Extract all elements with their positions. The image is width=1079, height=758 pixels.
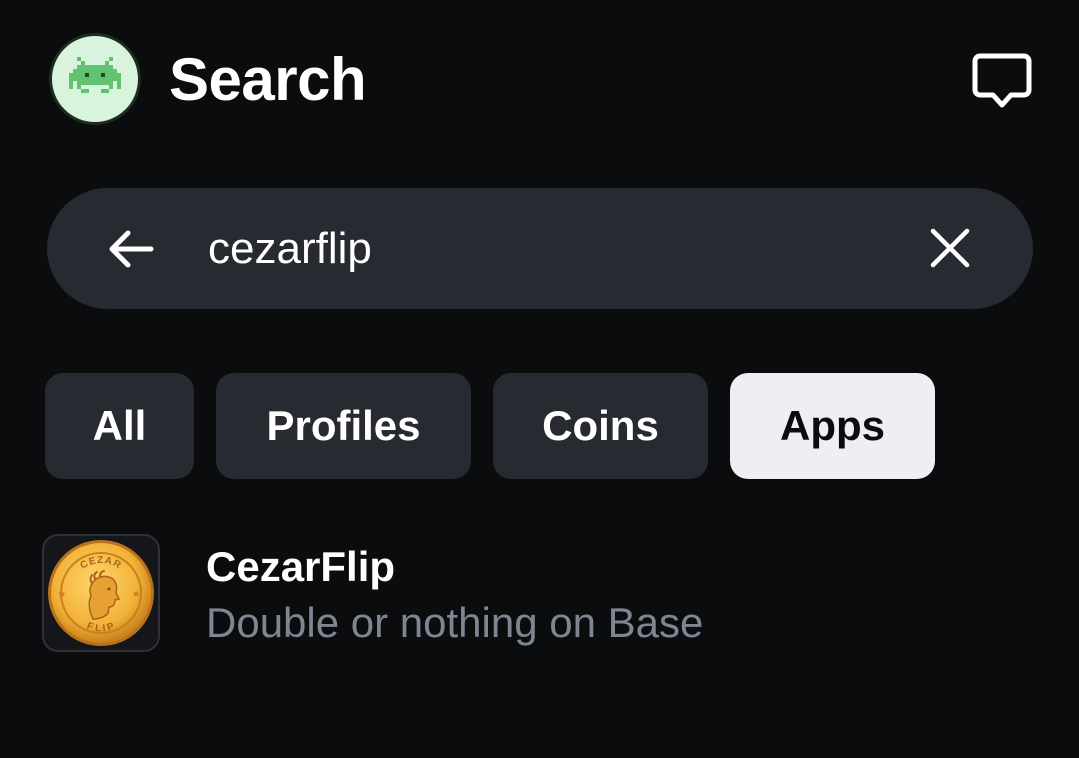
- tab-label: Profiles: [266, 402, 421, 449]
- app-icon[interactable]: CEZAR FLIP: [42, 534, 160, 652]
- avatar[interactable]: [49, 33, 141, 125]
- tab-apps[interactable]: Apps: [730, 373, 935, 479]
- search-input[interactable]: [208, 218, 888, 280]
- chat-bubble-icon[interactable]: [970, 50, 1034, 112]
- tab-label: All: [92, 402, 147, 449]
- pixel-alien-icon: [69, 57, 121, 93]
- gold-coin-icon: CEZAR FLIP: [48, 540, 154, 646]
- app-description: Double or nothing on Base: [206, 599, 704, 646]
- tab-all[interactable]: All: [45, 373, 194, 479]
- tab-profiles[interactable]: Profiles: [216, 373, 471, 479]
- search-screen: Search All Profiles Coins Apps: [0, 0, 1079, 758]
- arrow-left-icon[interactable]: [104, 226, 156, 272]
- close-icon[interactable]: [928, 226, 972, 270]
- tab-coins[interactable]: Coins: [493, 373, 708, 479]
- page-title: Search: [169, 46, 367, 113]
- tab-label: Apps: [780, 402, 885, 449]
- tab-label: Coins: [542, 402, 659, 449]
- app-name[interactable]: CezarFlip: [206, 540, 395, 594]
